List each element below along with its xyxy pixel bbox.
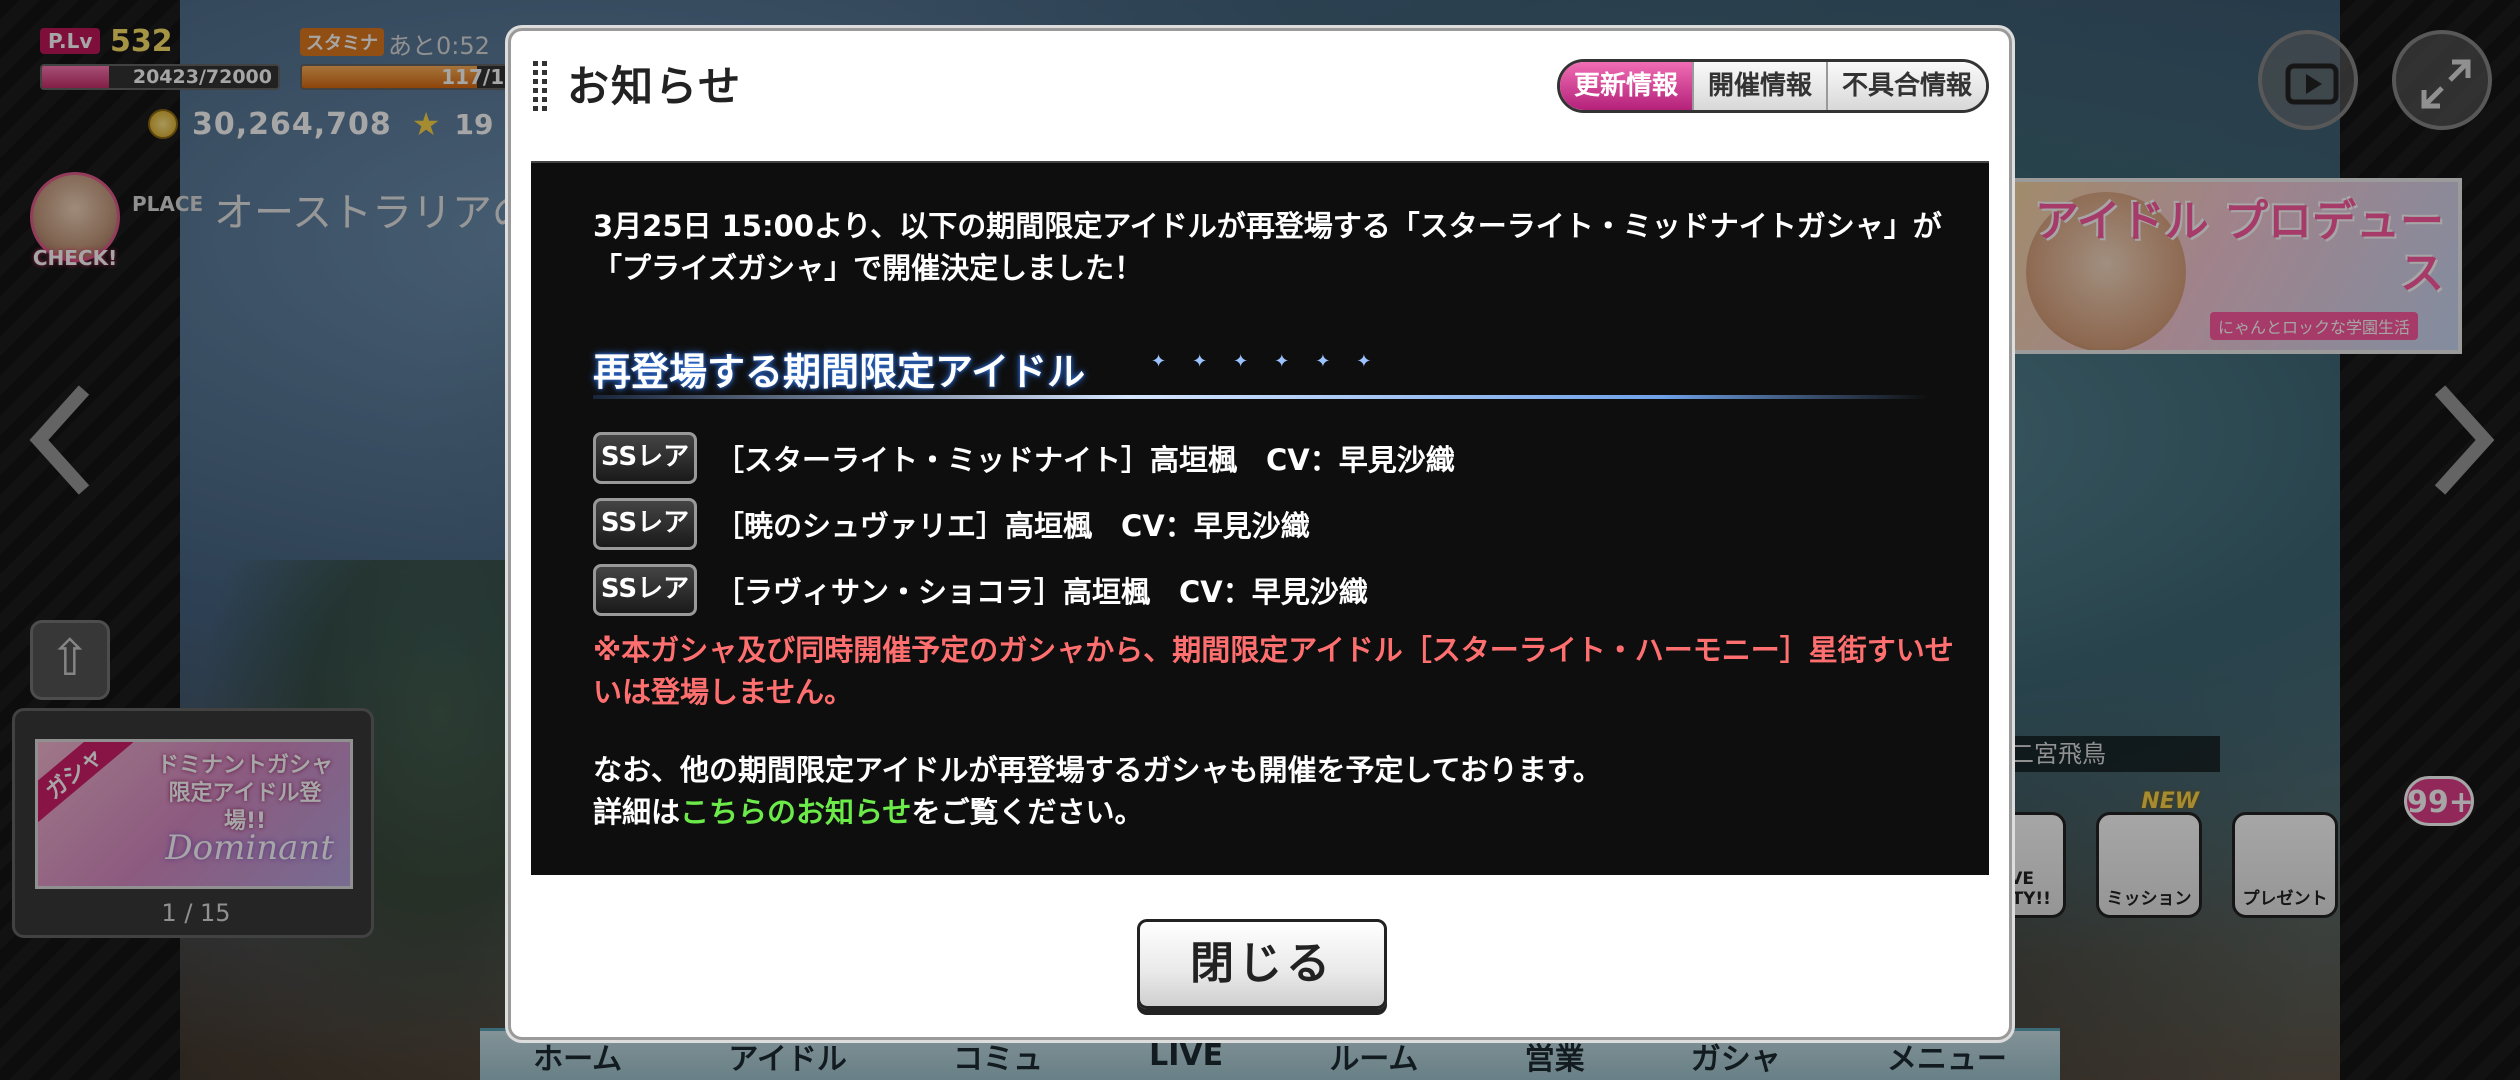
notice-tabs: 更新情報 開催情報 不具合情報 (1556, 59, 1989, 113)
outro-line-2: 詳細はこちらのお知らせをご覧ください。 (593, 791, 1953, 833)
idol-entry: ［ラヴィサン・ショコラ］高垣楓 CV：早見沙織 (715, 575, 1368, 609)
ss-rare-badge: SSレア (593, 564, 697, 616)
idol-entry: ［スターライト・ミッドナイト］高垣楓 CV：早見沙織 (715, 443, 1455, 477)
close-button[interactable]: 閉じる (1137, 919, 1387, 1009)
outro-suffix: をご覧ください。 (911, 795, 1144, 829)
notice-body[interactable]: 3月25日 15:00より、以下の期間限定アイドルが再登場する「スターライト・ミ… (531, 161, 1989, 875)
dialog-header: お知らせ 更新情報 開催情報 不具合情報 (511, 31, 2009, 139)
idol-list: SSレア ［スターライト・ミッドナイト］高垣楓 CV：早見沙織 SSレア ［暁の… (593, 425, 1953, 623)
list-item: SSレア ［スターライト・ミッドナイト］高垣楓 CV：早見沙織 (593, 425, 1953, 491)
notice-dialog: お知らせ 更新情報 開催情報 不具合情報 3月25日 15:00より、以下の期間… (508, 28, 2012, 1040)
dialog-title: お知らせ (567, 62, 743, 111)
list-item: SSレア ［ラヴィサン・ショコラ］高垣楓 CV：早見沙織 (593, 557, 1953, 623)
exclusion-note: ※本ガシャ及び同時開催予定のガシャから、期間限定アイドル［スターライト・ハーモニ… (593, 633, 1954, 709)
outro-prefix: 詳細は (593, 795, 681, 829)
ss-rare-badge: SSレア (593, 498, 697, 550)
sparkle-decoration: ✦✦✦✦✦✦ (1151, 351, 1398, 372)
grip-icon (533, 61, 557, 111)
idol-entry: ［暁のシュヴァリエ］高垣楓 CV：早見沙織 (715, 509, 1310, 543)
tab-event-info[interactable]: 開催情報 (1691, 62, 1826, 110)
notice-intro: 3月25日 15:00より、以下の期間限定アイドルが再登場する「スターライト・ミ… (593, 209, 1942, 285)
section-heading: 再登場する期間限定アイドル (593, 350, 1086, 394)
outro-line-1: なお、他の期間限定アイドルが再登場するガシャも開催を予定しております。 (593, 753, 1602, 787)
notice-outro: なお、他の期間限定アイドルが再登場するガシャも開催を予定しております。 詳細はこ… (593, 749, 1953, 833)
tab-bug-info[interactable]: 不具合情報 (1825, 62, 1986, 110)
ss-rare-badge: SSレア (593, 432, 697, 484)
section-divider (593, 395, 1929, 399)
notice-link[interactable]: こちらのお知らせ (680, 795, 911, 829)
tab-update-info[interactable]: 更新情報 (1559, 62, 1692, 110)
list-item: SSレア ［暁のシュヴァリエ］高垣楓 CV：早見沙織 (593, 491, 1953, 557)
